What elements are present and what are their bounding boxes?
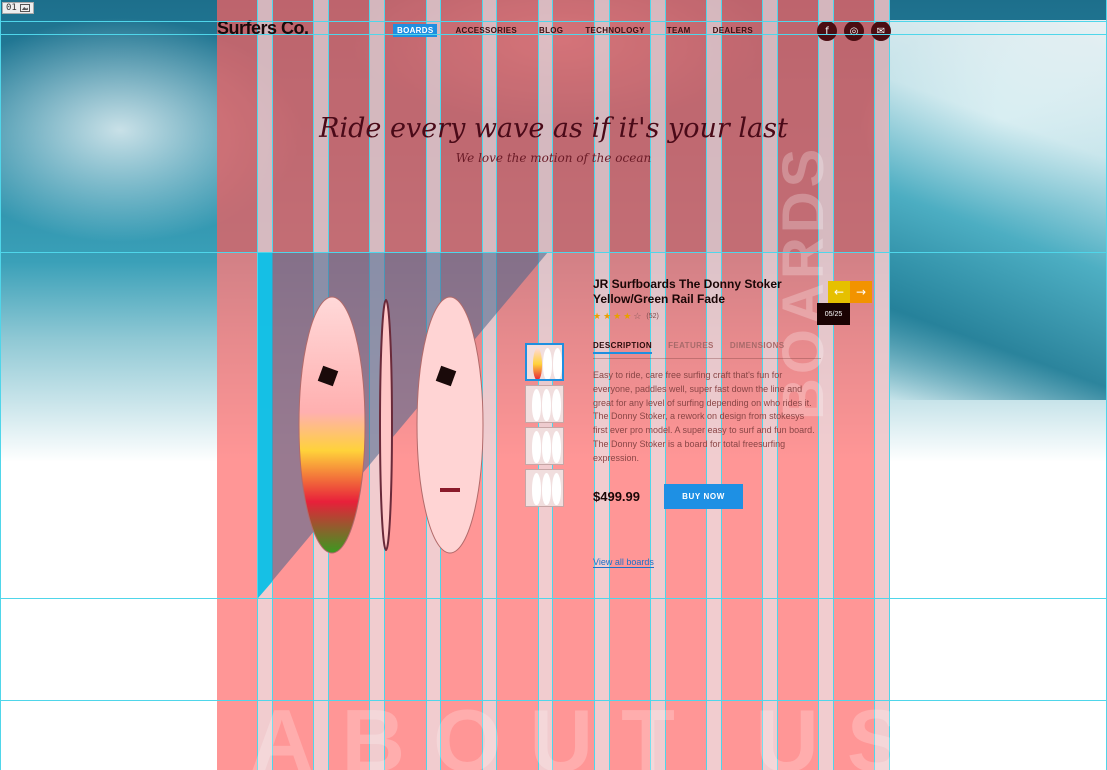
thumbnail-board [542,473,551,505]
frame-badge: 01 [2,2,34,14]
product-price: $499.99 [593,489,640,504]
thumbnail-board [543,348,552,379]
thumbnail-board [552,389,561,421]
instagram-icon[interactable]: ◎ [844,21,864,41]
thumbnail-board [532,431,541,463]
facebook-icon[interactable]: f [817,21,837,41]
star-icon: ★ [603,311,612,321]
guide-line [0,700,1107,701]
slider-arrows: ← → [828,281,872,303]
view-all-boards-link[interactable]: View all boards [593,557,654,568]
image-icon [19,4,30,12]
nav-item-accessories[interactable]: ACCESSORIES [451,24,521,37]
thumbnail-board [542,389,551,421]
surfboards-image [290,290,500,560]
guide-line [0,0,1,770]
product-thumbnail[interactable] [525,385,564,423]
guide-line [0,34,1107,35]
nav-item-dealers[interactable]: DEALERS [709,24,757,37]
guide-line [0,598,1107,599]
social-links: f ◎ ✉ [817,21,891,41]
star-icon: ★ [623,311,632,321]
arrow-right-icon[interactable]: → [850,281,872,303]
nav-item-technology[interactable]: TECHNOLOGY [581,24,648,37]
product-thumbnail[interactable] [525,343,564,381]
mail-icon[interactable]: ✉ [871,21,891,41]
tab-features[interactable]: FEATURES [668,341,714,354]
thumbnail-board [552,431,561,463]
thumbnail-board [532,389,541,421]
nav-item-team[interactable]: TEAM [663,24,695,37]
thumbnail-board [532,473,541,505]
tab-dimensions[interactable]: DIMENSIONS [730,341,785,354]
thumbnail-board [542,431,551,463]
hero-subtagline: We love the motion of the ocean [455,151,652,165]
product-rating: ★ ★ ★ ★ ☆ (52) [593,311,659,322]
thumbnail-board [533,348,542,379]
product-description: Easy to ride, care free surfing craft th… [593,370,815,463]
thumbnail-list [525,343,565,507]
product-thumbnail[interactable] [525,427,564,465]
wave-crest [890,20,1107,400]
tab-description[interactable]: DESCRIPTION [593,341,653,354]
guide-line [0,21,1107,22]
product-thumbnail[interactable] [525,469,564,507]
product-title: JR Surfboards The Donny Stoker Yellow/Gr… [593,277,782,306]
nav-item-blog[interactable]: BLOG [535,24,567,37]
rating-count: (52) [646,313,659,320]
hero-tagline: Ride every wave as if it's your last [319,113,788,144]
main-nav: BOARDS ACCESSORIES BLOG TECHNOLOGY TEAM DEALE… [393,24,757,37]
buy-now-button[interactable]: BUY NOW [664,484,743,509]
star-icon: ★ [613,311,622,321]
guide-line [0,252,1107,253]
arrow-left-icon[interactable]: ← [828,281,850,303]
thumbnail-board [552,473,561,505]
nav-item-boards[interactable]: BOARDS [393,24,438,37]
slide-counter: 05/25 [817,303,850,325]
thumbnail-board [553,348,562,379]
background-word-about: ABOUT US [250,691,934,770]
star-icon: ★ [593,311,602,321]
star-icon: ☆ [633,311,642,321]
product-tabs: DESCRIPTION FEATURES DIMENSIONS [593,341,821,359]
